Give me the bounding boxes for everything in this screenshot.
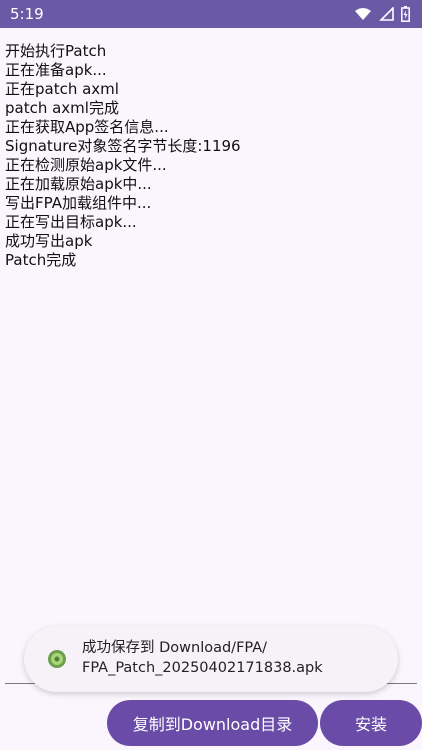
log-line: 开始执行Patch — [5, 42, 107, 60]
log-line: 正在写出目标apk... — [5, 213, 137, 231]
status-icons — [354, 6, 410, 22]
log-line: 正在加载原始apk中... — [5, 175, 152, 193]
log-line: 正在检测原始apk文件... — [5, 156, 167, 174]
status-time: 5:19 — [10, 5, 44, 23]
toast-message: 成功保存到 Download/FPA/ FPA_Patch_2025040217… — [24, 626, 398, 692]
log-line: Patch完成 — [5, 251, 77, 269]
battery-icon — [401, 6, 410, 22]
toast-text: 成功保存到 Download/FPA/ FPA_Patch_2025040217… — [82, 638, 382, 678]
log-line: patch axml完成 — [5, 99, 119, 117]
status-bar: 5:19 — [0, 0, 422, 28]
log-line: 正在准备apk... — [5, 61, 107, 79]
wifi-icon — [355, 8, 371, 20]
signal-icon — [379, 7, 394, 21]
log-line: 写出FPA加载组件中... — [5, 194, 152, 212]
app-icon — [48, 650, 66, 668]
log-line: 成功写出apk — [5, 232, 93, 250]
install-button[interactable]: 安装 — [320, 700, 422, 746]
toast-line-filename: FPA_Patch_20250402171838.apk — [82, 660, 323, 676]
toast-line-path: 成功保存到 Download/FPA/ — [82, 640, 268, 656]
log-line: Signature对象签名字节长度:1196 — [5, 137, 241, 155]
log-line: 正在patch axml — [5, 80, 119, 98]
patch-log: 开始执行Patch 正在准备apk... 正在patch axml patch axm… — [5, 42, 417, 270]
copy-to-download-button[interactable]: 复制到Download目录 — [107, 700, 318, 746]
log-line: 正在获取App签名信息... — [5, 118, 169, 136]
